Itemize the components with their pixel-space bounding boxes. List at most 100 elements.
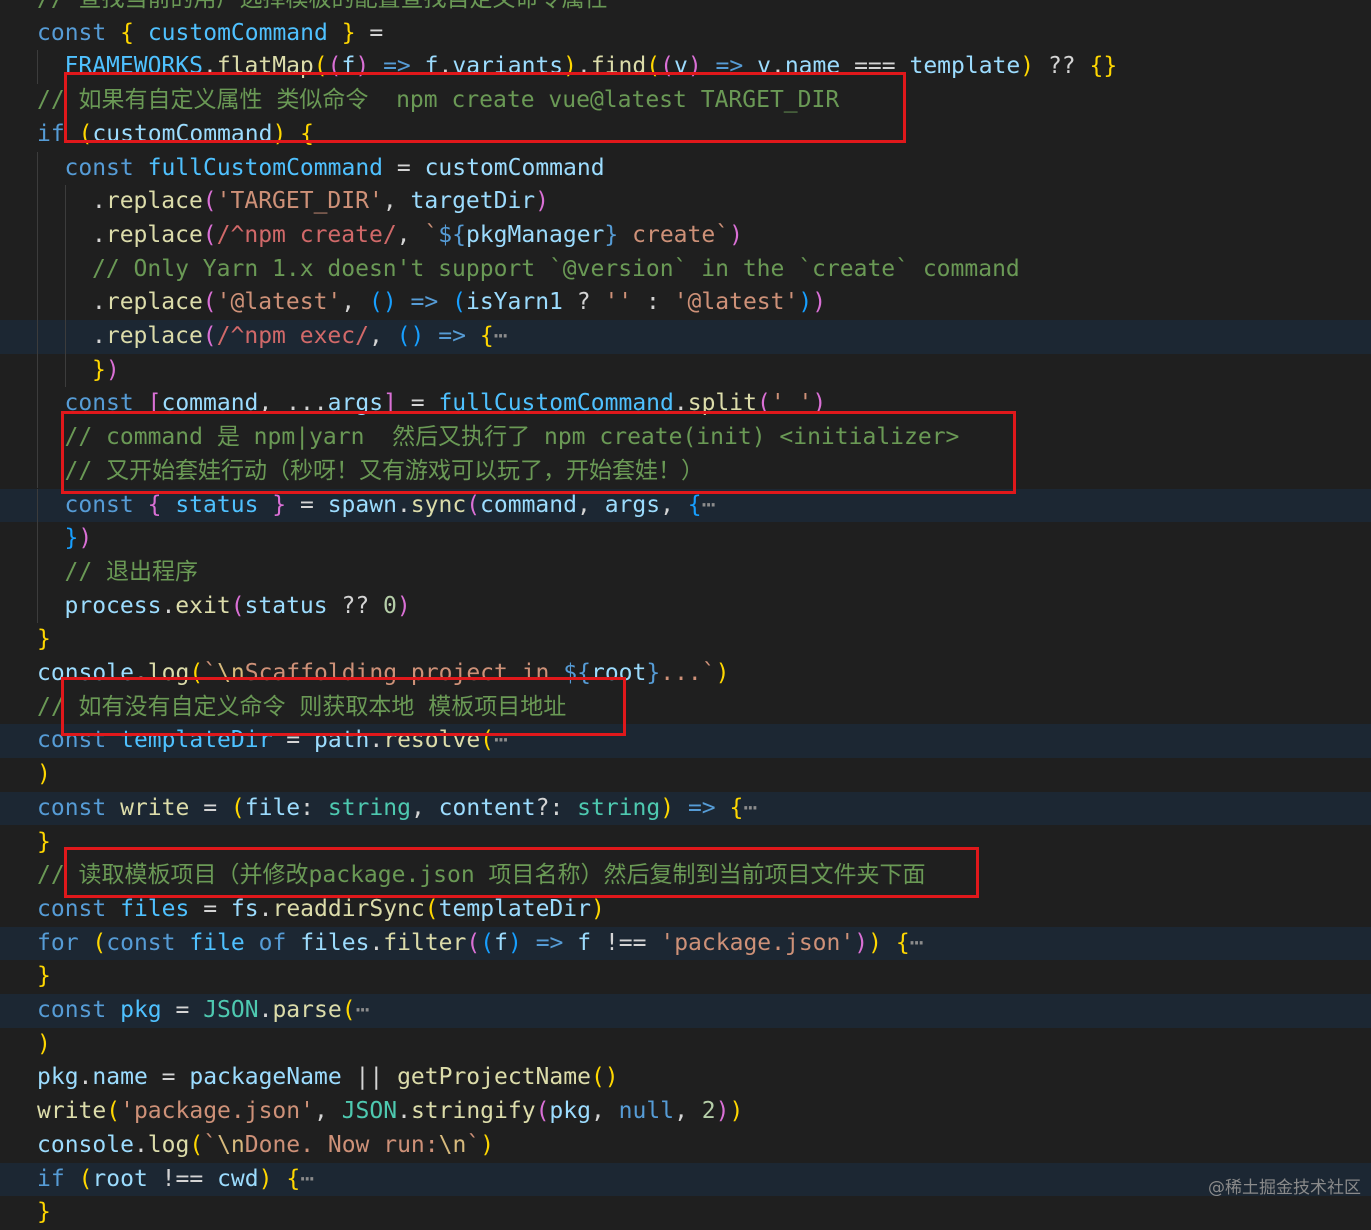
fold-ellipsis-icon[interactable]: ⋯ (300, 1166, 314, 1192)
code-token: f (494, 929, 508, 956)
code-token: !== (591, 929, 661, 956)
code-token: () (396, 323, 425, 349)
code-token: ) (798, 289, 813, 316)
code-token: { (147, 491, 162, 518)
code-token: ) (660, 794, 675, 821)
code-line[interactable]: .replace('TARGET_DIR', targetDir) (0, 185, 1371, 219)
code-token: content (438, 794, 536, 821)
code-token: ) (78, 525, 93, 552)
annotation-box-copy-comment (64, 847, 979, 898)
code-token: || (341, 1064, 398, 1091)
code-token: for (37, 929, 79, 956)
code-token: {} (1089, 53, 1118, 80)
code-token: ( (230, 592, 245, 619)
code-token: } (37, 626, 51, 653)
code-token: '' (604, 289, 633, 316)
indent-guide (37, 320, 38, 354)
code-line[interactable]: // Only Yarn 1.x doesn't support `@versi… (0, 252, 1371, 287)
code-line[interactable]: }) (0, 353, 1371, 388)
fold-ellipsis-icon[interactable]: ⋯ (494, 323, 508, 349)
code-token: process (64, 592, 162, 619)
code-token: . (78, 1064, 93, 1091)
code-line[interactable]: } (0, 623, 1371, 657)
code-token: ) (854, 929, 869, 956)
code-token: { (120, 19, 134, 46)
code-line[interactable]: // 查找当前的用户选择模板的配置查找自定义命令属性 (0, 0, 1371, 17)
code-token: if (37, 120, 65, 147)
code-token: files (120, 895, 190, 922)
code-line[interactable]: const pkg = JSON.parse(⋯ (0, 994, 1371, 1028)
code-token: replace (105, 323, 203, 349)
code-line[interactable]: if (root !== cwd) {⋯ (0, 1162, 1371, 1197)
code-line[interactable]: console.log(`\nDone. Now run:\n`) (0, 1129, 1371, 1163)
code-token: const (37, 19, 107, 46)
code-line[interactable]: for (const file of files.filter((f) => f… (0, 926, 1371, 961)
code-token: file (244, 794, 301, 821)
code-line[interactable]: process.exit(status ?? 0) (0, 589, 1371, 624)
code-line[interactable]: .replace('@latest', () => (isYarn1 ? '' … (0, 286, 1371, 320)
code-token: pkg (37, 1064, 79, 1091)
code-token: JSON (341, 1098, 398, 1125)
code-token: args (604, 491, 661, 518)
fold-ellipsis-icon[interactable]: ⋯ (910, 930, 924, 956)
code-text: pkg.name = packageName || getProjectName… (37, 1061, 619, 1095)
code-line[interactable]: const fullCustomCommand = customCommand (0, 151, 1371, 186)
code-token: cwd (217, 1165, 259, 1192)
code-line[interactable]: } (0, 1196, 1371, 1230)
code-token: spawn (327, 491, 397, 518)
indent-guide (37, 50, 38, 85)
code-token: pkg (549, 1098, 591, 1125)
code-editor[interactable]: // 查找当前的用户选择模板的配置查找自定义命令属性 const { custom… (0, 0, 1371, 1225)
code-token: Done. Now run: (244, 1131, 439, 1158)
code-line[interactable]: ) (0, 758, 1371, 792)
code-token: replace (105, 289, 203, 316)
indent-guide (37, 252, 38, 287)
indent-guide (37, 218, 38, 253)
indent-guide (37, 151, 38, 186)
code-token: ) (480, 1131, 495, 1158)
code-line[interactable]: }) (0, 522, 1371, 556)
code-line[interactable]: write('package.json', JSON.stringify(pkg… (0, 1095, 1371, 1129)
code-token: status (244, 592, 328, 619)
code-token: ?? (1034, 53, 1090, 80)
fold-ellipsis-icon[interactable]: ⋯ (356, 997, 370, 1023)
code-token: const (64, 491, 134, 518)
code-token: . (92, 323, 106, 349)
code-token: ) (729, 221, 743, 248)
code-text: const { customCommand } = (37, 17, 383, 51)
code-text: process.exit(status ?? 0) (65, 590, 411, 624)
code-line[interactable]: .replace(/^npm create/, `${pkgManager} c… (0, 218, 1371, 253)
code-token: } (37, 828, 51, 855)
code-line[interactable]: pkg.name = packageName || getProjectName… (0, 1061, 1371, 1095)
annotation-box-template-dir-comment (61, 677, 626, 736)
code-token: ` (466, 1131, 481, 1158)
code-token: JSON (203, 997, 259, 1023)
code-line[interactable]: const write = (file: string, content?: s… (0, 791, 1371, 826)
code-token: getProjectName (397, 1064, 591, 1091)
code-token: , (410, 794, 439, 821)
code-line[interactable]: .replace(/^npm exec/, () => {⋯ (0, 320, 1371, 354)
code-line[interactable]: // 退出程序 (0, 555, 1371, 590)
code-token: 'package.json' (120, 1098, 314, 1125)
code-line[interactable]: const { customCommand } = (0, 17, 1371, 51)
code-line[interactable]: ) (0, 1028, 1371, 1062)
code-token: . (92, 188, 106, 215)
code-token: if (37, 1165, 65, 1192)
code-line[interactable]: } (0, 960, 1371, 994)
code-token: ( (202, 289, 217, 316)
code-token: , (590, 1098, 619, 1125)
code-token: ( (466, 929, 481, 956)
code-token: => (687, 794, 716, 821)
code-token: ( (535, 1098, 550, 1125)
code-token: ?: (535, 794, 578, 821)
code-token: 'TARGET_DIR' (216, 188, 383, 215)
code-token: \n (217, 1131, 245, 1158)
code-text: }) (65, 522, 93, 556)
fold-ellipsis-icon[interactable]: ⋯ (743, 795, 757, 821)
code-token: { (729, 794, 744, 821)
fold-ellipsis-icon[interactable]: ⋯ (702, 492, 716, 518)
